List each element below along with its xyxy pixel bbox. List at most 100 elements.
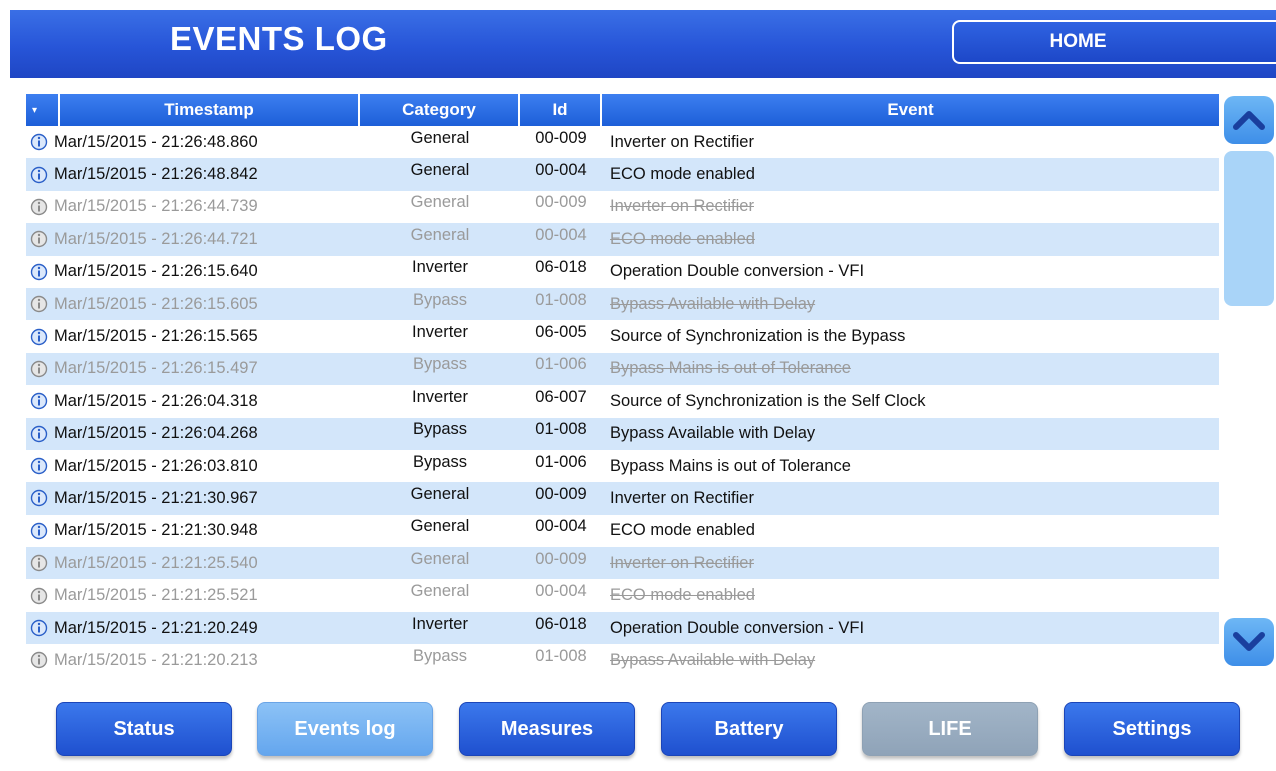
timestamp-text: Mar/15/2015 - 21:26:15.605 xyxy=(54,294,258,313)
category-cell: Bypass xyxy=(412,355,468,374)
timestamp-text: Mar/15/2015 - 21:21:30.948 xyxy=(54,521,258,540)
event-text: Operation Double conversion - VFI xyxy=(610,262,865,281)
table-row[interactable]: Mar/15/2015 - 21:21:20.249 Inverter 06-018… xyxy=(26,611,1219,645)
nav-measures-button[interactable]: Measures xyxy=(459,702,635,756)
timestamp-text: Mar/15/2015 - 21:21:20.213 xyxy=(54,650,258,669)
info-icon[interactable] xyxy=(30,360,48,378)
column-select-header[interactable]: ▾ xyxy=(26,94,60,126)
info-icon[interactable] xyxy=(30,619,48,637)
category-cell: Inverter xyxy=(412,258,468,277)
info-icon[interactable] xyxy=(30,328,48,346)
timestamp-text: Mar/15/2015 - 21:26:15.640 xyxy=(54,262,258,281)
table-row[interactable]: Mar/15/2015 - 21:26:15.605 Bypass 01-008 By… xyxy=(26,287,1219,321)
id-cell: 00-009 xyxy=(535,549,587,568)
info-icon[interactable] xyxy=(30,651,48,669)
table-row[interactable]: Mar/15/2015 - 21:26:48.860 General 00-009 I… xyxy=(26,126,1219,158)
timestamp-cell: Mar/15/2015 - 21:26:15.497 xyxy=(26,359,360,378)
column-header-event[interactable]: Event xyxy=(602,94,1219,126)
column-header-timestamp[interactable]: Timestamp xyxy=(60,94,360,126)
category-cell: General xyxy=(410,582,470,601)
id-cell: 06-005 xyxy=(535,323,587,342)
event-text: Source of Synchronization is the Self Cl… xyxy=(610,391,926,410)
info-icon[interactable] xyxy=(30,166,48,184)
table-row[interactable]: Mar/15/2015 - 21:21:25.540 General 00-009 I… xyxy=(26,547,1219,580)
info-icon[interactable] xyxy=(30,230,48,248)
event-cell: Inverter on Rectifier xyxy=(602,554,1219,573)
column-header-category[interactable]: Category xyxy=(360,94,520,126)
id-cell: 01-008 xyxy=(535,290,587,309)
timestamp-cell: Mar/15/2015 - 21:21:30.948 xyxy=(26,521,360,540)
info-icon[interactable] xyxy=(30,489,48,507)
id-cell: 00-004 xyxy=(535,161,587,180)
timestamp-text: Mar/15/2015 - 21:21:30.967 xyxy=(54,488,258,507)
info-icon[interactable] xyxy=(30,198,48,216)
event-text: Source of Synchronization is the Bypass xyxy=(610,327,906,346)
table-row[interactable]: Mar/15/2015 - 21:21:20.213 Bypass 01-008 By… xyxy=(26,644,1219,676)
timestamp-cell: Mar/15/2015 - 21:21:20.249 xyxy=(26,619,360,638)
table-row[interactable]: Mar/15/2015 - 21:26:44.739 General 00-009 I… xyxy=(26,191,1219,223)
info-icon[interactable] xyxy=(30,522,48,540)
id-cell: 01-008 xyxy=(535,646,587,665)
nav-life-button[interactable]: LIFE xyxy=(862,702,1038,756)
nav-status-button[interactable]: Status xyxy=(56,702,232,756)
timestamp-cell: Mar/15/2015 - 21:26:48.842 xyxy=(26,165,360,184)
info-icon[interactable] xyxy=(30,263,48,281)
info-icon[interactable] xyxy=(30,425,48,443)
event-text: Inverter on Rectifier xyxy=(610,197,754,216)
table-row[interactable]: Mar/15/2015 - 21:26:44.721 General 00-004 E… xyxy=(26,223,1219,256)
nav-settings-button[interactable]: Settings xyxy=(1064,702,1240,756)
category-cell: General xyxy=(410,161,470,180)
event-text: Bypass Available with Delay xyxy=(610,294,816,313)
id-cell: 00-009 xyxy=(535,484,587,503)
events-table: ▾ Timestamp Category Id Event Mar/15/201… xyxy=(26,94,1219,677)
timestamp-cell: Mar/15/2015 - 21:26:15.565 xyxy=(26,327,360,346)
home-button[interactable]: HOME xyxy=(952,20,1276,64)
table-row[interactable]: Mar/15/2015 - 21:21:30.948 General 00-004 E… xyxy=(26,515,1219,547)
timestamp-text: Mar/15/2015 - 21:21:25.521 xyxy=(54,586,258,605)
column-header-id[interactable]: Id xyxy=(520,94,602,126)
event-text: Bypass Available with Delay xyxy=(610,424,816,443)
table-row[interactable]: Mar/15/2015 - 21:26:15.640 Inverter 06-018… xyxy=(26,256,1219,288)
scroll-up-button[interactable] xyxy=(1224,96,1274,144)
table-row[interactable]: Mar/15/2015 - 21:26:04.268 Bypass 01-008 By… xyxy=(26,417,1219,450)
table-row[interactable]: Mar/15/2015 - 21:26:04.318 Inverter 06-007… xyxy=(26,385,1219,417)
info-icon[interactable] xyxy=(30,295,48,313)
table-row[interactable]: Mar/15/2015 - 21:26:15.497 Bypass 01-006 By… xyxy=(26,352,1219,386)
event-cell: Source of Synchronization is the Bypass xyxy=(602,327,1219,346)
timestamp-cell: Mar/15/2015 - 21:26:44.739 xyxy=(26,197,360,216)
timestamp-cell: Mar/15/2015 - 21:21:30.967 xyxy=(26,489,360,508)
id-cell: 01-008 xyxy=(535,420,587,439)
timestamp-cell: Mar/15/2015 - 21:26:15.640 xyxy=(26,262,360,281)
scrollbar-thumb[interactable] xyxy=(1224,151,1274,306)
category-cell: General xyxy=(410,517,470,536)
table-row[interactable]: Mar/15/2015 - 21:26:15.565 Inverter 06-005… xyxy=(26,320,1219,352)
table-row[interactable]: Mar/15/2015 - 21:26:48.842 General 00-004 E… xyxy=(26,158,1219,191)
event-text: Bypass Available with Delay xyxy=(610,650,816,669)
info-icon[interactable] xyxy=(30,457,48,475)
timestamp-cell: Mar/15/2015 - 21:26:44.721 xyxy=(26,230,360,249)
table-row[interactable]: Mar/15/2015 - 21:26:03.810 Bypass 01-006 By… xyxy=(26,450,1219,482)
timestamp-text: Mar/15/2015 - 21:26:15.565 xyxy=(54,327,258,346)
event-cell: Operation Double conversion - VFI xyxy=(602,262,1219,281)
event-text: Bypass Mains is out of Tolerance xyxy=(610,359,851,378)
category-cell: General xyxy=(410,549,470,568)
info-icon[interactable] xyxy=(30,392,48,410)
category-cell: Bypass xyxy=(412,420,468,439)
category-cell: General xyxy=(410,225,470,244)
info-icon[interactable] xyxy=(30,587,48,605)
nav-battery-button[interactable]: Battery xyxy=(661,702,837,756)
scroll-down-button[interactable] xyxy=(1224,618,1274,666)
event-text: ECO mode enabled xyxy=(610,521,755,540)
info-icon[interactable] xyxy=(30,554,48,572)
timestamp-text: Mar/15/2015 - 21:21:20.249 xyxy=(54,618,258,637)
timestamp-cell: Mar/15/2015 - 21:26:15.605 xyxy=(26,295,360,314)
category-cell: General xyxy=(410,128,470,147)
table-row[interactable]: Mar/15/2015 - 21:21:30.967 General 00-009 I… xyxy=(26,482,1219,515)
nav-events-log-button[interactable]: Events log xyxy=(257,702,433,756)
info-icon[interactable] xyxy=(30,133,48,151)
timestamp-cell: Mar/15/2015 - 21:21:25.540 xyxy=(26,554,360,573)
timestamp-cell: Mar/15/2015 - 21:26:48.860 xyxy=(26,133,360,152)
event-text: ECO mode enabled xyxy=(610,229,755,248)
timestamp-cell: Mar/15/2015 - 21:21:20.213 xyxy=(26,651,360,670)
table-row[interactable]: Mar/15/2015 - 21:21:25.521 General 00-004 E… xyxy=(26,579,1219,611)
